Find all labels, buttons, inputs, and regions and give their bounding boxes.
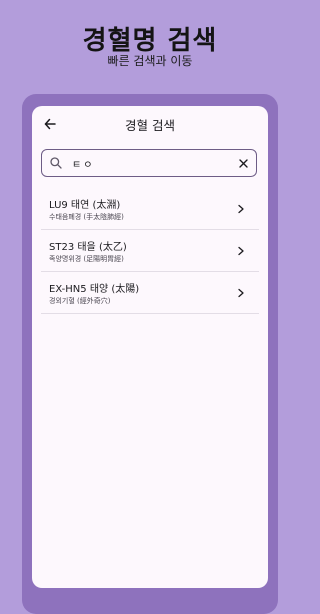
app-bar-title: 경혈 검색 bbox=[125, 118, 175, 133]
result-title: ST23 태을 (太乙) bbox=[49, 242, 127, 253]
app-bar: 경혈 검색 bbox=[32, 106, 268, 142]
chevron-right-icon bbox=[238, 246, 244, 256]
app-screen: 경혈 검색 LU9 태연 (太淵) 수태음폐경 (手太陰肺經) ST23 태을 … bbox=[32, 106, 268, 588]
result-title: LU9 태연 (太淵) bbox=[49, 200, 121, 211]
page-subtitle: 빠른 검색과 이동 bbox=[107, 54, 193, 68]
search-input[interactable] bbox=[72, 154, 222, 172]
clear-search-button[interactable] bbox=[235, 155, 251, 171]
list-item[interactable]: EX-HN5 태양 (太陽) 경외기혈 (經外奇穴) bbox=[41, 272, 259, 314]
result-subtitle: 경외기혈 (經外奇穴) bbox=[49, 297, 111, 305]
close-icon bbox=[238, 158, 248, 168]
result-title: EX-HN5 태양 (太陽) bbox=[49, 284, 140, 295]
result-subtitle: 족양명위경 (足陽明胃經) bbox=[49, 255, 124, 263]
search-icon bbox=[50, 157, 62, 169]
chevron-right-icon bbox=[238, 204, 244, 214]
search-field[interactable] bbox=[41, 149, 257, 177]
list-item[interactable]: LU9 태연 (太淵) 수태음폐경 (手太陰肺經) bbox=[41, 188, 259, 230]
list-item[interactable]: ST23 태을 (太乙) 족양명위경 (足陽明胃經) bbox=[41, 230, 259, 272]
chevron-right-icon bbox=[238, 288, 244, 298]
result-subtitle: 수태음폐경 (手太陰肺經) bbox=[49, 213, 124, 221]
results-list: LU9 태연 (太淵) 수태음폐경 (手太陰肺經) ST23 태을 (太乙) 족… bbox=[41, 188, 259, 314]
